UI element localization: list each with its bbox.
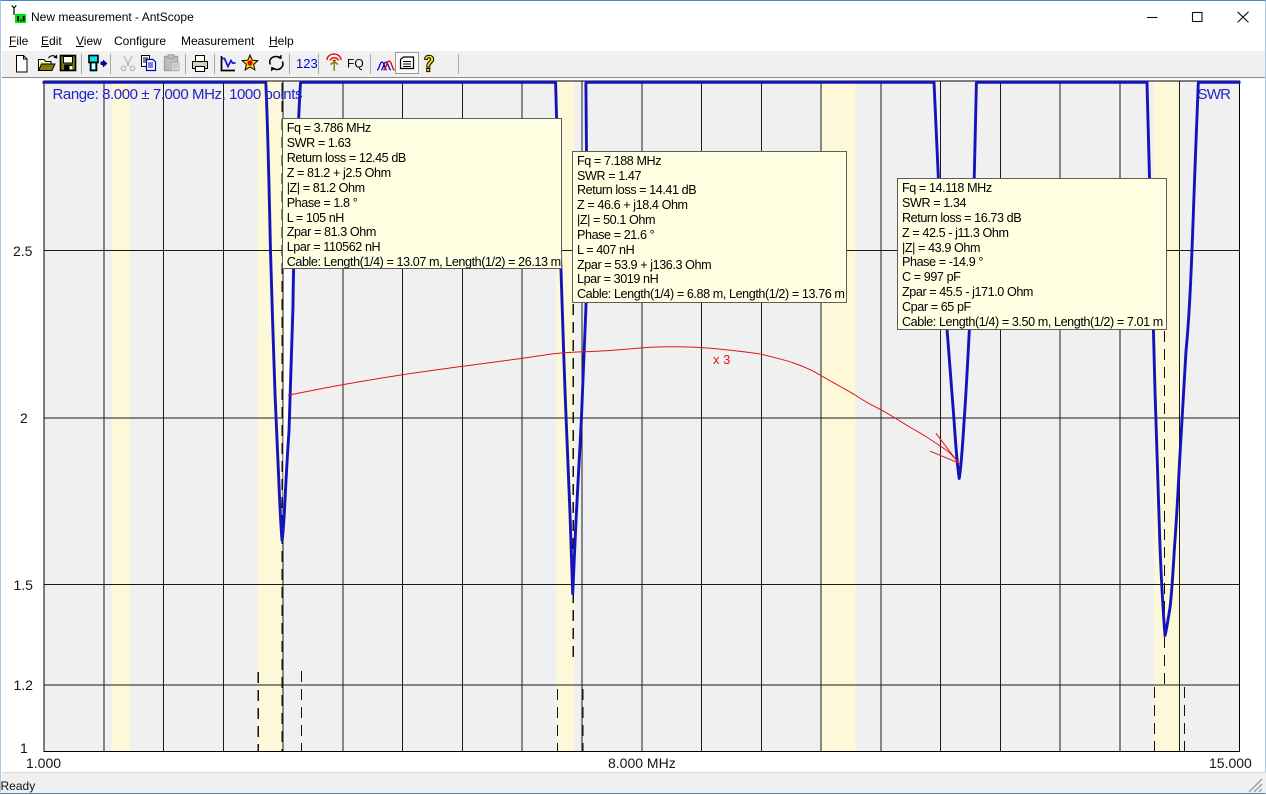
svg-text:x 3: x 3	[713, 352, 730, 367]
